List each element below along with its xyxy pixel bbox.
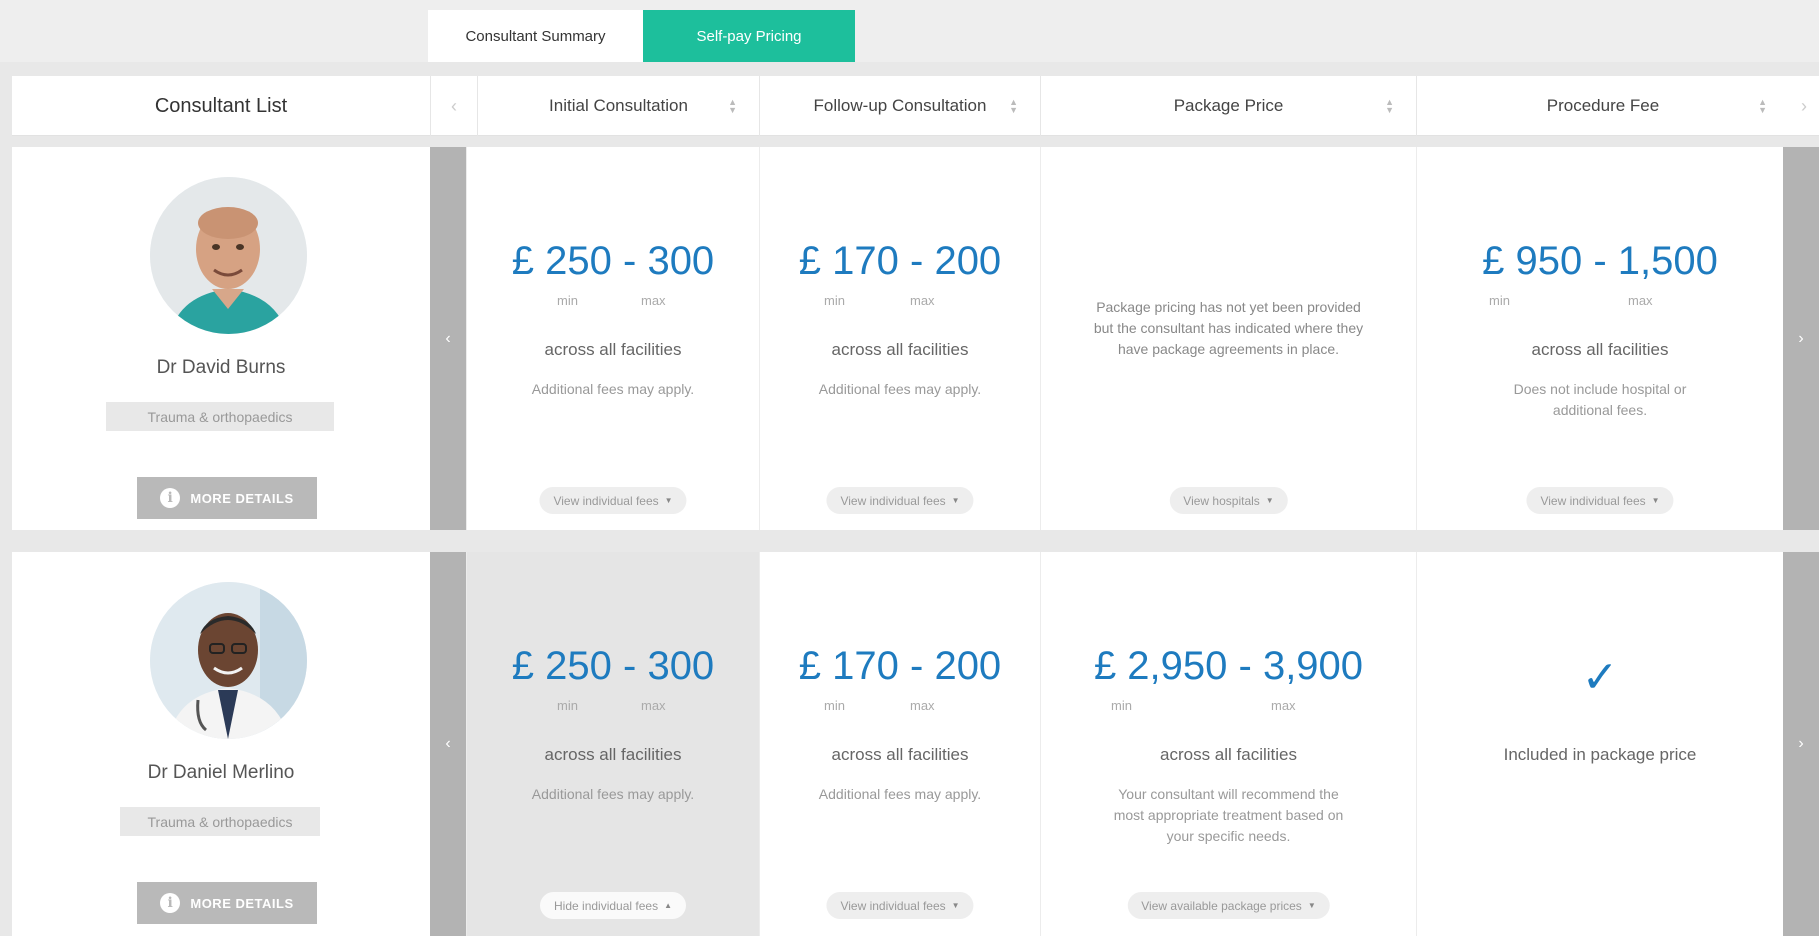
price-range: £ 170 - 200	[798, 644, 1002, 688]
sort-icon[interactable]: ▲ ▼	[1009, 98, 1018, 115]
fee-note: Additional fees may apply.	[531, 381, 695, 397]
header-procedure-fee[interactable]: Procedure Fee ▲ ▼	[1416, 76, 1789, 136]
view-individual-fees-button[interactable]: View individual fees ▼	[1526, 487, 1674, 514]
initial-consultation-cell: £ 250 - 300 min max across all facilitie…	[466, 147, 759, 530]
info-icon: i	[160, 893, 181, 913]
package-price-cell: Package pricing has not yet been provide…	[1040, 147, 1416, 530]
tab-consultant-summary[interactable]: Consultant Summary	[428, 10, 643, 62]
header-label: Initial Consultation	[549, 96, 688, 115]
min-label: min	[557, 698, 578, 713]
min-label: min	[1111, 698, 1132, 713]
specialty-badge: Trauma & orthopaedics	[106, 402, 334, 431]
consultant-row: Dr David Burns Trauma & orthopaedics i M…	[12, 147, 1819, 530]
header-label: Procedure Fee	[1546, 96, 1660, 115]
header-label: Package Price	[1173, 96, 1284, 115]
follow-up-consultation-cell: £ 170 - 200 min max across all facilitie…	[759, 552, 1040, 936]
min-label: min	[557, 293, 578, 308]
info-icon: i	[160, 488, 181, 508]
price-range: £ 950 - 1,500	[1482, 239, 1718, 283]
caret-down-icon: ▼	[951, 901, 960, 910]
sort-icon[interactable]: ▲ ▼	[1385, 98, 1394, 115]
max-label: max	[641, 698, 666, 713]
price-range: £ 2,950 - 3,900	[1093, 644, 1364, 688]
across-facilities-text: across all facilities	[831, 340, 969, 359]
hide-individual-fees-button[interactable]: Hide individual fees ▲	[540, 892, 686, 919]
follow-up-consultation-cell: £ 170 - 200 min max across all facilitie…	[759, 147, 1040, 530]
caret-down-icon: ▼	[951, 496, 960, 505]
avatar	[150, 582, 307, 739]
fee-note: Additional fees may apply.	[531, 786, 695, 802]
min-label: min	[824, 293, 845, 308]
consultant-list-title: Consultant List	[154, 94, 288, 117]
chevron-left-icon[interactable]: ‹	[430, 552, 466, 936]
header-follow-up-consultation[interactable]: Follow-up Consultation ▲ ▼	[759, 76, 1040, 136]
view-hospitals-button[interactable]: View hospitals ▼	[1169, 487, 1288, 514]
caret-down-icon: ▼	[1651, 496, 1660, 505]
header-label: Follow-up Consultation	[813, 96, 987, 115]
price-range: £ 250 - 300	[511, 239, 715, 283]
view-package-prices-button[interactable]: View available package prices ▼	[1127, 892, 1330, 919]
consultant-name[interactable]: Dr Daniel Merlino	[12, 762, 430, 784]
procedure-fee-cell: £ 950 - 1,500 min max across all facilit…	[1416, 147, 1783, 530]
procedure-fee-cell: ✓ Included in package price	[1416, 552, 1783, 936]
price-range: £ 250 - 300	[511, 644, 715, 688]
min-label: min	[1489, 293, 1510, 308]
chevron-right-icon[interactable]: ›	[1783, 552, 1819, 936]
across-facilities-text: across all facilities	[544, 745, 682, 764]
package-price-cell: £ 2,950 - 3,900 min max across all facil…	[1040, 552, 1416, 936]
package-note: Your consultant will recommend the most …	[1113, 786, 1344, 844]
table-header: Consultant List ‹ Initial Consultation ▲…	[12, 76, 1819, 136]
across-facilities-text: across all facilities	[1160, 745, 1297, 764]
max-label: max	[910, 698, 935, 713]
included-text: Included in package price	[1503, 745, 1697, 764]
fee-note: Additional fees may apply.	[818, 381, 982, 397]
initial-consultation-cell: £ 250 - 300 min max across all facilitie…	[466, 552, 759, 936]
sort-icon[interactable]: ▲ ▼	[1758, 98, 1767, 115]
tab-self-pay-pricing[interactable]: Self-pay Pricing	[643, 10, 855, 62]
fee-note: Does not include hospital or additional …	[1513, 381, 1687, 418]
more-details-label: MORE DETAILS	[190, 895, 294, 911]
price-range: £ 170 - 200	[798, 239, 1002, 283]
chevron-right-icon[interactable]: ›	[1783, 147, 1819, 530]
avatar	[150, 177, 307, 334]
consultant-profile: Dr Daniel Merlino Trauma & orthopaedics …	[12, 552, 430, 936]
more-details-label: MORE DETAILS	[190, 490, 294, 506]
tab-bar: Consultant Summary Self-pay Pricing	[0, 0, 1819, 62]
header-package-price[interactable]: Package Price ▲ ▼	[1040, 76, 1416, 136]
view-individual-fees-button[interactable]: View individual fees ▼	[826, 487, 974, 514]
specialty-badge: Trauma & orthopaedics	[120, 807, 320, 836]
across-facilities-text: across all facilities	[831, 745, 969, 764]
caret-up-icon: ▲	[664, 901, 672, 910]
view-individual-fees-button[interactable]: View individual fees ▼	[826, 892, 974, 919]
more-details-button[interactable]: i MORE DETAILS	[137, 477, 317, 519]
consultant-name[interactable]: Dr David Burns	[12, 357, 430, 379]
view-individual-fees-button[interactable]: View individual fees ▼	[539, 487, 687, 514]
chevron-right-icon[interactable]: ›	[1789, 76, 1819, 136]
max-label: max	[910, 293, 935, 308]
fee-note: Additional fees may apply.	[818, 786, 982, 802]
across-facilities-text: across all facilities	[1531, 340, 1669, 359]
chevron-left-icon[interactable]: ‹	[430, 147, 466, 530]
more-details-button[interactable]: i MORE DETAILS	[137, 882, 317, 924]
across-facilities-text: across all facilities	[544, 340, 682, 359]
package-note: Package pricing has not yet been provide…	[1093, 299, 1364, 357]
caret-down-icon: ▼	[1265, 496, 1274, 505]
consultant-profile: Dr David Burns Trauma & orthopaedics i M…	[12, 147, 430, 530]
caret-down-icon: ▼	[1307, 901, 1316, 910]
consultant-row: Dr Daniel Merlino Trauma & orthopaedics …	[12, 552, 1819, 936]
caret-down-icon: ▼	[664, 496, 673, 505]
max-label: max	[641, 293, 666, 308]
sort-icon[interactable]: ▲ ▼	[728, 98, 737, 115]
min-label: min	[824, 698, 845, 713]
chevron-left-icon[interactable]: ‹	[430, 76, 477, 136]
checkmark-icon: ✓	[1581, 653, 1619, 702]
max-label: max	[1271, 698, 1296, 713]
max-label: max	[1628, 293, 1653, 308]
header-initial-consultation[interactable]: Initial Consultation ▲ ▼	[477, 76, 759, 136]
